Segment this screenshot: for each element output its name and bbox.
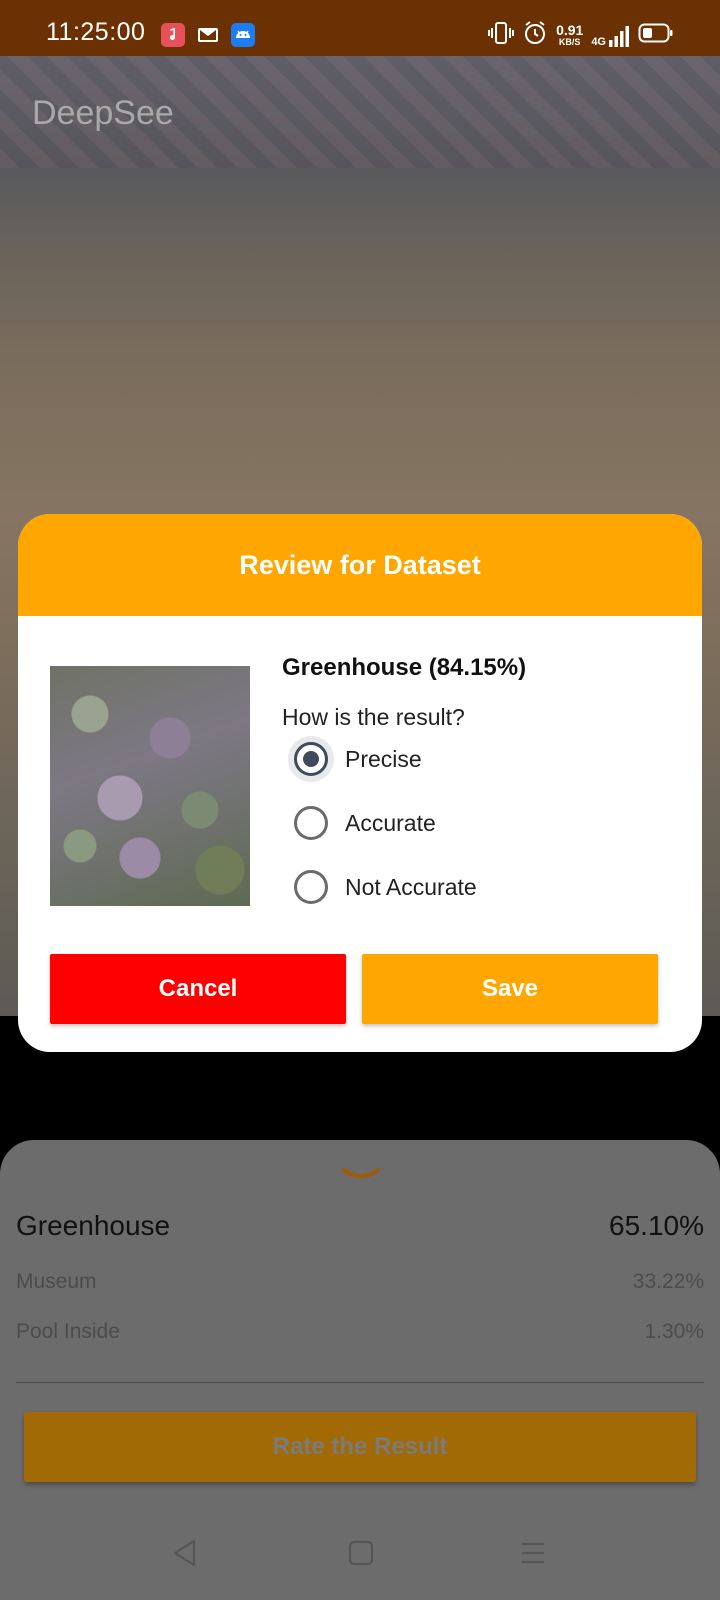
prediction-value: 1.30% bbox=[644, 1320, 704, 1343]
review-dialog: Review for Dataset Greenhouse (84.15%) H… bbox=[18, 514, 702, 1052]
result-question: How is the result? bbox=[282, 704, 465, 730]
status-bar: 11:25:00 0.91 KB/S 4G bbox=[0, 0, 720, 56]
battery-icon bbox=[638, 22, 674, 49]
radio-button[interactable] bbox=[294, 806, 328, 840]
menu-icon[interactable] bbox=[518, 1538, 548, 1573]
cancel-button[interactable]: Cancel bbox=[50, 954, 346, 1024]
android-notification-icon bbox=[231, 23, 255, 47]
rate-result-button[interactable]: Rate the Result bbox=[24, 1412, 696, 1482]
option-accurate[interactable]: Accurate bbox=[294, 806, 436, 840]
alarm-icon bbox=[522, 20, 548, 51]
status-time: 11:25:00 bbox=[46, 18, 146, 46]
chevron-down-icon[interactable] bbox=[341, 1166, 381, 1189]
option-label: Precise bbox=[345, 745, 422, 772]
app-title: DeepSee bbox=[32, 94, 174, 132]
app-bar: DeepSee bbox=[0, 56, 720, 168]
system-nav-bar bbox=[0, 1518, 720, 1598]
option-not-accurate[interactable]: Not Accurate bbox=[294, 870, 477, 904]
network-type: 4G bbox=[591, 35, 606, 48]
prediction-row: Pool Inside 1.30% bbox=[16, 1320, 704, 1344]
prediction-value: 65.10% bbox=[609, 1210, 704, 1241]
divider bbox=[16, 1382, 704, 1383]
signal-icon: 4G bbox=[591, 24, 630, 48]
prediction-label: Greenhouse bbox=[16, 1210, 171, 1241]
mail-notification-icon bbox=[196, 23, 220, 47]
prediction-row-top: Greenhouse 65.10% bbox=[16, 1210, 704, 1242]
option-label: Accurate bbox=[345, 809, 436, 836]
vibrate-icon bbox=[488, 20, 515, 51]
captured-image-thumbnail bbox=[50, 666, 250, 906]
back-icon[interactable] bbox=[170, 1538, 200, 1573]
home-icon[interactable] bbox=[346, 1538, 376, 1573]
option-label: Not Accurate bbox=[345, 873, 477, 900]
prediction-value: 33.22% bbox=[632, 1270, 704, 1293]
prediction-row: Museum 33.22% bbox=[16, 1270, 704, 1294]
save-button[interactable]: Save bbox=[362, 954, 658, 1024]
net-speed-unit: KB/S bbox=[558, 36, 581, 47]
result-label: Greenhouse (84.15%) bbox=[282, 654, 527, 681]
radio-button-checked[interactable] bbox=[294, 742, 328, 776]
results-bottom-sheet: Greenhouse 65.10% Museum 33.22% Pool Ins… bbox=[0, 1140, 720, 1600]
dialog-title: Review for Dataset bbox=[18, 514, 702, 616]
radio-button[interactable] bbox=[294, 870, 328, 904]
status-indicators: 0.91 KB/S 4G bbox=[488, 20, 674, 51]
net-speed: 0.91 KB/S bbox=[556, 23, 583, 48]
option-precise[interactable]: Precise bbox=[294, 742, 422, 776]
music-notification-icon bbox=[161, 23, 185, 47]
prediction-label: Museum bbox=[16, 1270, 97, 1293]
prediction-label: Pool Inside bbox=[16, 1320, 120, 1343]
